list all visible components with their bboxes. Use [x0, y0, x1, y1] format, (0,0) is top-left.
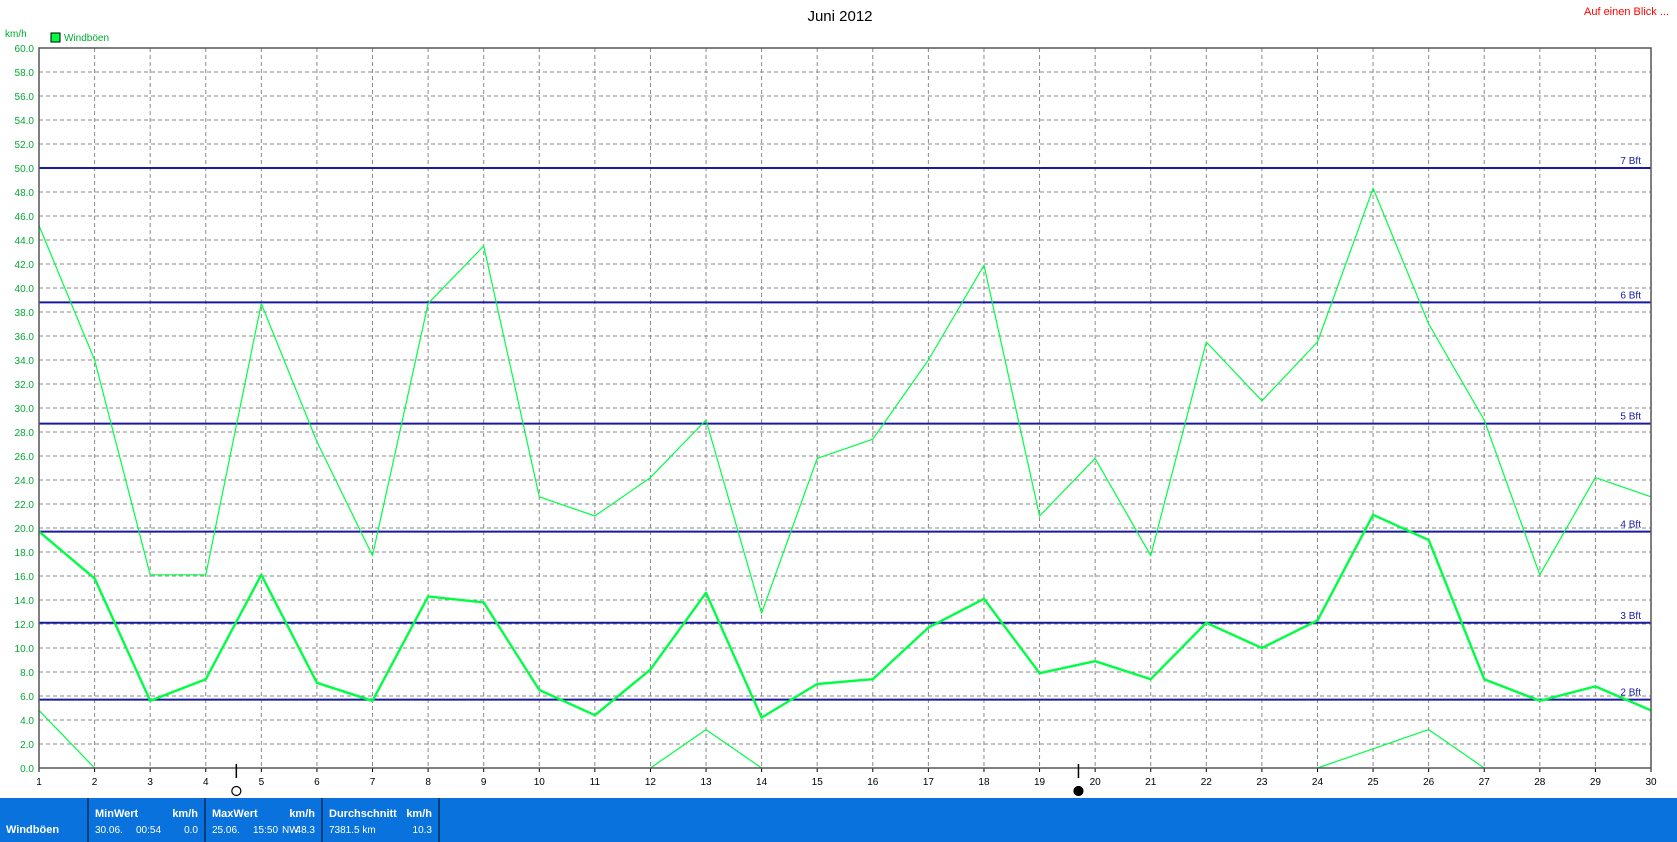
min-value: 0.0: [184, 825, 198, 836]
max-unit: km/h: [289, 808, 315, 820]
x-tick-label: 16: [867, 777, 879, 788]
x-tick-label: 10: [534, 777, 546, 788]
y-tick-label: 46.0: [15, 212, 35, 223]
y-axis-unit-label: km/h: [5, 29, 27, 40]
x-tick-label: 22: [1201, 777, 1213, 788]
y-tick-label: 2.0: [20, 740, 34, 751]
x-tick-label: 5: [259, 777, 265, 788]
beaufort-label: 2 Bft: [1620, 688, 1641, 699]
legend-label: Windböen: [64, 33, 109, 44]
x-tick-label: 12: [645, 777, 657, 788]
x-tick-label: 26: [1423, 777, 1435, 788]
y-tick-label: 58.0: [15, 68, 35, 79]
x-tick-label: 4: [203, 777, 209, 788]
y-tick-label: 52.0: [15, 140, 35, 151]
y-tick-label: 20.0: [15, 524, 35, 535]
y-tick-label: 34.0: [15, 356, 35, 367]
stats-footer: Windböen MinWert km/h 30.06. 00:54 0.0 M…: [0, 798, 1677, 842]
y-tick-label: 48.0: [15, 188, 35, 199]
x-tick-label: 30: [1645, 777, 1657, 788]
y-tick-label: 26.0: [15, 452, 35, 463]
y-tick-label: 44.0: [15, 236, 35, 247]
y-tick-label: 14.0: [15, 596, 35, 607]
wind-gust-chart: Juni 2012 km/h Windböen 7 Bft 6 Bft 5 Bft 4…: [5, 8, 1657, 797]
x-tick-label: 9: [481, 777, 487, 788]
y-tick-label: 6.0: [20, 692, 34, 703]
new-moon-icon: [231, 785, 242, 797]
x-tick-label: 3: [147, 777, 153, 788]
y-tick-label: 56.0: [15, 92, 35, 103]
avg-unit: km/h: [406, 808, 432, 820]
footer-avg-cell: Durchschnitt km/h 7381.5 km 10.3: [323, 798, 440, 842]
beaufort-label: 5 Bft: [1620, 412, 1641, 423]
x-tick-label: 25: [1368, 777, 1380, 788]
x-tick-label: 1: [36, 777, 42, 788]
y-tick-label: 36.0: [15, 332, 35, 343]
max-date: 25.06.: [212, 825, 240, 836]
beaufort-label: 4 Bft: [1620, 520, 1641, 531]
avg-value: 10.3: [412, 825, 432, 836]
y-tick-label: 10.0: [15, 644, 35, 655]
y-tick-label: 28.0: [15, 428, 35, 439]
y-tick-label: 16.0: [15, 572, 35, 583]
y-tick-label: 18.0: [15, 548, 35, 559]
y-tick-label: 0.0: [20, 764, 34, 775]
x-tick-label: 27: [1479, 777, 1491, 788]
footer-row-label: Windböen: [6, 824, 60, 836]
y-tick-label: 22.0: [15, 500, 35, 511]
x-tick-label: 21: [1145, 777, 1157, 788]
x-tick-label: 29: [1590, 777, 1602, 788]
x-tick-label: 23: [1256, 777, 1268, 788]
avg-header: Durchschnitt: [329, 808, 397, 820]
legend-swatch: [50, 32, 61, 43]
x-tick-label: 2: [92, 777, 98, 788]
y-tick-label: 4.0: [20, 716, 34, 727]
x-tick-label: 7: [370, 777, 376, 788]
y-tick-label: 30.0: [15, 404, 35, 415]
y-tick-label: 60.0: [15, 44, 35, 55]
y-tick-label: 38.0: [15, 308, 35, 319]
x-tick-label: 20: [1090, 777, 1102, 788]
footer-min-cell: MinWert km/h 30.06. 00:54 0.0: [89, 798, 206, 842]
y-tick-label: 54.0: [15, 116, 35, 127]
beaufort-label: 6 Bft: [1620, 290, 1641, 301]
x-tick-label: 6: [314, 777, 320, 788]
x-tick-label: 11: [590, 777, 601, 788]
footer-max-cell: MaxWert km/h 25.06. 15:50 NW 48.3: [206, 798, 323, 842]
avg-distance: 7381.5 km: [329, 825, 376, 836]
x-tick-label: 28: [1534, 777, 1546, 788]
beaufort-label: 3 Bft: [1620, 611, 1641, 622]
y-tick-label: 40.0: [15, 284, 35, 295]
x-tick-label: 19: [1034, 777, 1046, 788]
max-time: 15:50: [253, 825, 279, 836]
x-tick-label: 15: [812, 777, 824, 788]
chart-title: Juni 2012: [807, 8, 872, 25]
y-tick-label: 8.0: [20, 668, 34, 679]
max-header: MaxWert: [212, 808, 258, 820]
min-unit: km/h: [172, 808, 198, 820]
x-tick-label: 24: [1312, 777, 1324, 788]
min-header: MinWert: [95, 808, 139, 820]
y-tick-label: 42.0: [15, 260, 35, 271]
x-tick-label: 14: [756, 777, 768, 788]
x-tick-label: 17: [923, 777, 935, 788]
x-tick-label: 8: [425, 777, 431, 788]
x-tick-label: 18: [978, 777, 990, 788]
y-tick-label: 24.0: [15, 476, 35, 487]
y-tick-label: 50.0: [15, 164, 35, 175]
footer-row-label-cell: Windböen: [0, 798, 89, 842]
max-value: 48.3: [295, 825, 315, 836]
x-tick-label: 13: [700, 777, 712, 788]
y-tick-label: 32.0: [15, 380, 35, 391]
min-date: 30.06.: [95, 825, 123, 836]
beaufort-label: 7 Bft: [1620, 156, 1641, 167]
full-moon-icon: [1073, 785, 1084, 797]
overview-link[interactable]: Auf einen Blick ...: [1584, 6, 1669, 18]
grid-lines: [39, 48, 1651, 768]
y-tick-label: 12.0: [15, 620, 35, 631]
min-time: 00:54: [136, 825, 162, 836]
